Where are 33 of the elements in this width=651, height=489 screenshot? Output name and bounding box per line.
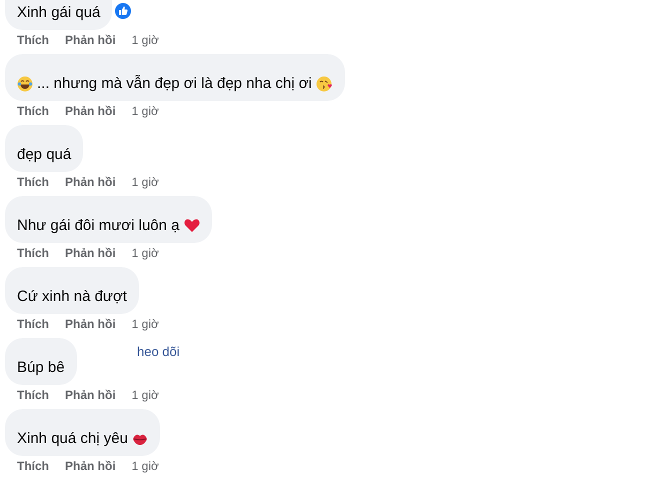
like-link[interactable]: Thích <box>17 33 49 47</box>
comment-text: Cứ xinh nà đượt <box>17 287 127 306</box>
reply-link[interactable]: Phản hồi <box>65 317 116 331</box>
comment-time: 1 giờ <box>132 246 159 260</box>
reply-link[interactable]: Phản hồi <box>65 33 116 47</box>
lips-icon <box>132 432 148 444</box>
reply-link[interactable]: Phản hồi <box>65 246 116 260</box>
comment-text: Xinh gái quá <box>17 3 100 22</box>
reply-link[interactable]: Phản hồi <box>65 104 116 118</box>
comment-text: Như gái đôi mươi luôn ạ <box>17 216 180 235</box>
comment-text: Xinh quá chị yêu <box>17 429 128 448</box>
reply-link[interactable]: Phản hồi <box>65 459 116 473</box>
comment-time: 1 giờ <box>132 317 159 331</box>
comment-time: 1 giờ <box>132 459 159 473</box>
like-link[interactable]: Thích <box>17 175 49 189</box>
comment-time: 1 giờ <box>132 175 159 189</box>
comment-text: Búp bê <box>17 358 65 377</box>
like-link[interactable]: Thích <box>17 388 49 402</box>
comment-time: 1 giờ <box>132 104 159 118</box>
like-link[interactable]: Thích <box>17 246 49 260</box>
follow-link[interactable]: heo dõi <box>137 344 180 359</box>
laughing-emoji-icon <box>17 76 33 92</box>
comment-text: ... nhưng mà vẫn đẹp ơi là đẹp nha chị ơi <box>37 74 312 93</box>
reply-link[interactable]: Phản hồi <box>65 388 116 402</box>
like-link[interactable]: Thích <box>17 317 49 331</box>
reply-link[interactable]: Phản hồi <box>65 175 116 189</box>
comment-time: 1 giờ <box>132 388 159 402</box>
comment-time: 1 giờ <box>132 33 159 47</box>
heart-icon <box>184 218 200 233</box>
kissing-emoji-icon <box>316 76 333 92</box>
like-link[interactable]: Thích <box>17 459 49 473</box>
like-link[interactable]: Thích <box>17 104 49 118</box>
comment-text: đẹp quá <box>17 145 72 164</box>
